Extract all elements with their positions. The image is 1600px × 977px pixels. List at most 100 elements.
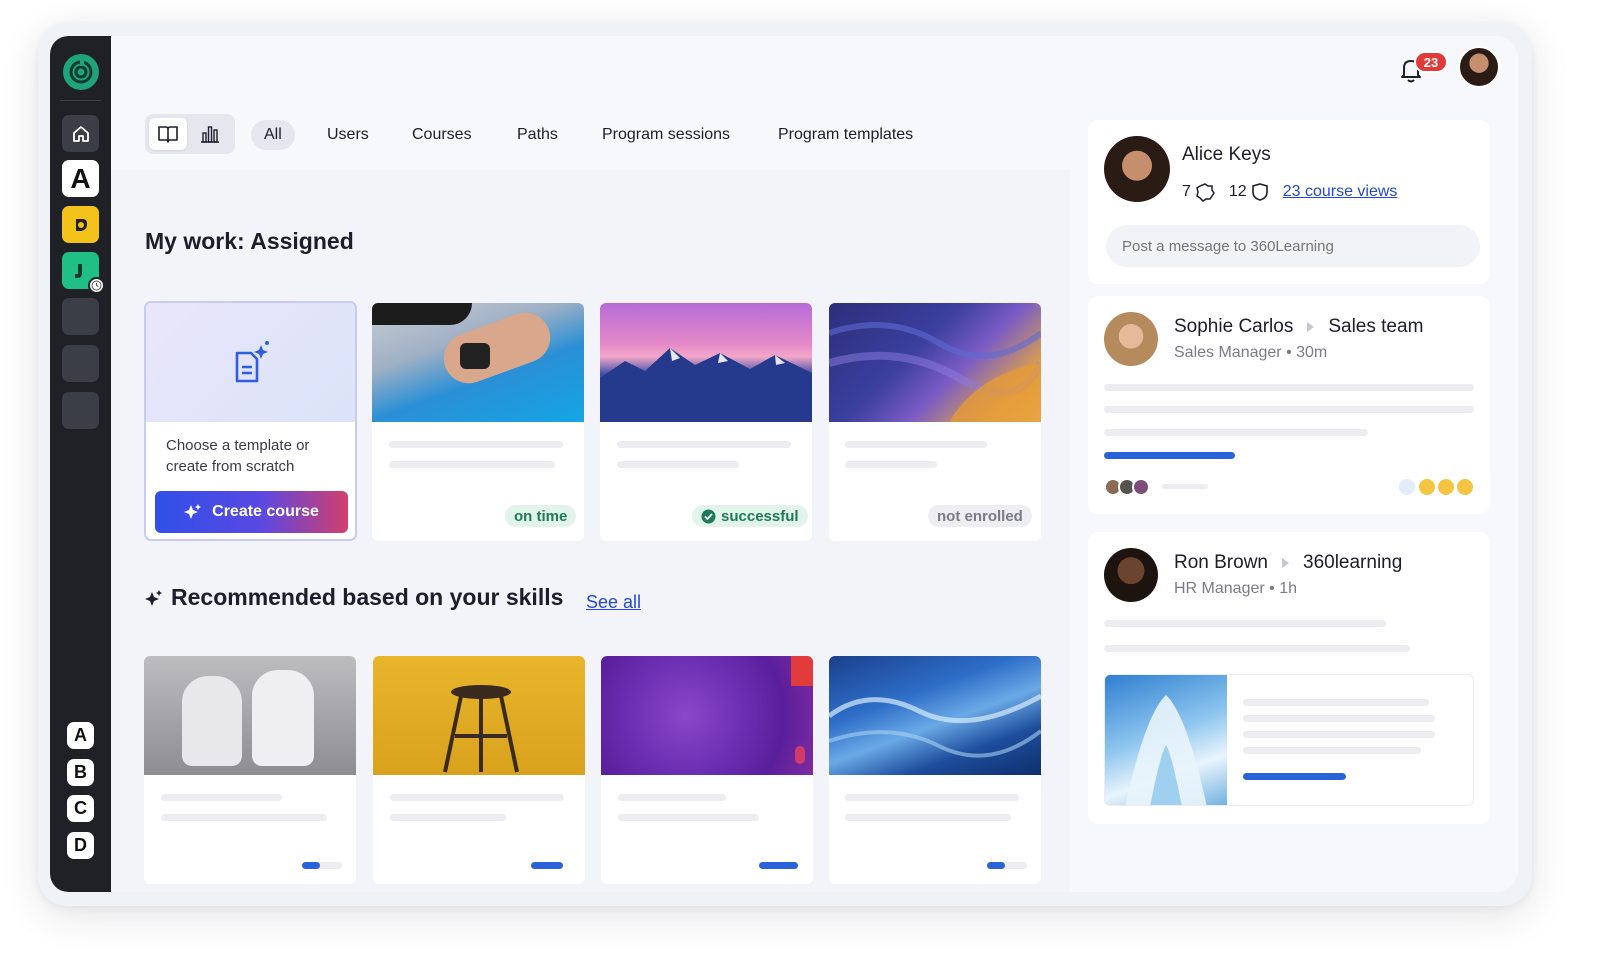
sidebar-item-home[interactable] (62, 115, 99, 152)
placeholder-line (1162, 484, 1208, 489)
recommended-course-card[interactable] (601, 656, 813, 884)
assigned-course-card[interactable]: successful (600, 303, 812, 541)
assigned-course-card[interactable]: on time (372, 303, 584, 541)
green-app-icon (74, 263, 82, 278)
placeholder-line (845, 441, 987, 448)
activity-panel: Alice Keys 7 12 23 course views Sophie C… (1070, 100, 1518, 892)
placeholder-line (161, 814, 327, 821)
book-icon (158, 126, 178, 143)
catalog-view-button[interactable] (149, 118, 187, 150)
sidebar-letter-a[interactable]: A (67, 722, 94, 749)
nerd-emoji-icon[interactable] (1418, 478, 1436, 496)
arrow-right-icon (1307, 321, 1315, 332)
progress-fill (759, 862, 798, 869)
progress-track (759, 862, 798, 869)
progress-fill (531, 862, 563, 869)
sidebar-letter-c[interactable]: C (67, 795, 94, 822)
status-badge: successful (692, 505, 808, 527)
sidebar-item-yellow-app[interactable] (62, 206, 99, 243)
course-thumbnail-purple-smoke (601, 656, 813, 775)
placeholder-line (845, 794, 1019, 801)
post-author-avatar[interactable] (1104, 312, 1158, 366)
profile-name: Alice Keys (1182, 144, 1271, 165)
user-avatar[interactable] (1458, 46, 1500, 88)
sparkle-icon (145, 589, 162, 606)
attachment-accent-line (1243, 773, 1346, 780)
logo-icon[interactable] (63, 54, 99, 90)
progress-fill (302, 862, 320, 869)
course-thumbnail-hands (144, 656, 356, 775)
check-circle-icon (701, 509, 716, 523)
create-course-card[interactable]: Choose a template or create from scratch… (144, 301, 357, 541)
see-all-link[interactable]: See all (586, 592, 641, 613)
sidebar-item-placeholder-1[interactable] (62, 298, 99, 335)
recommended-course-card[interactable] (829, 656, 1041, 884)
sidebar-item-placeholder-2[interactable] (62, 345, 99, 382)
tab-all[interactable]: All (251, 120, 295, 150)
sidebar-item-placeholder-3[interactable] (62, 392, 99, 429)
post-header: Ron Brown 360learning (1174, 552, 1403, 573)
bar-chart-icon (201, 126, 219, 143)
status-badge: on time (505, 505, 577, 527)
placeholder-line (1104, 429, 1368, 436)
placeholder-line (389, 461, 555, 468)
tab-program-templates[interactable]: Program templates (765, 120, 926, 150)
placeholder-line (845, 814, 1011, 821)
tab-paths[interactable]: Paths (504, 120, 571, 150)
shield-icon (1251, 183, 1268, 201)
recommended-course-card[interactable] (373, 656, 585, 884)
letter-a-app-icon: A (70, 162, 91, 194)
placeholder-line (1104, 384, 1474, 391)
thumbs-up-icon[interactable] (1398, 478, 1416, 496)
course-views-link[interactable]: 23 course views (1283, 183, 1398, 201)
progress-fill (987, 862, 1005, 869)
progress-track (987, 862, 1027, 869)
tab-courses[interactable]: Courses (399, 120, 485, 150)
new-document-icon (235, 340, 269, 382)
tab-users[interactable]: Users (314, 120, 382, 150)
post-message-input[interactable] (1106, 225, 1480, 267)
profile-stats: 7 12 23 course views (1182, 183, 1398, 202)
device-frame: A A B C D 23 All Users Courses Paths Pro… (38, 22, 1532, 906)
placeholder-line (161, 794, 282, 801)
post-author-role: Sales Manager • 30m (1174, 344, 1328, 361)
reactor-avatar (1132, 478, 1150, 496)
create-card-text: Choose a template or create from scratch (166, 437, 310, 475)
analytics-view-button[interactable] (191, 118, 229, 150)
assigned-course-card[interactable]: not enrolled (829, 303, 1041, 541)
placeholder-line (617, 461, 739, 468)
placeholder-line (1104, 645, 1410, 652)
course-thumbnail-ocean (829, 656, 1041, 775)
course-thumbnail-mountains (600, 303, 812, 422)
sidebar: A A B C D (50, 36, 111, 892)
recommended-title: Recommended based on your skills (145, 584, 563, 611)
feed-post: Ron Brown 360learning HR Manager • 1h (1088, 532, 1490, 824)
post-author-role: HR Manager • 1h (1174, 580, 1297, 597)
recommended-course-card[interactable] (144, 656, 356, 884)
placeholder-line (1243, 699, 1429, 706)
placeholder-line (1243, 731, 1435, 738)
post-author-avatar[interactable] (1104, 548, 1158, 602)
profile-avatar[interactable] (1104, 136, 1170, 202)
sidebar-item-letter-a-app[interactable]: A (62, 160, 99, 197)
sparkle-icon (184, 504, 202, 519)
placeholder-line (845, 461, 937, 468)
profile-card: Alice Keys 7 12 23 course views (1088, 120, 1490, 284)
placeholder-line (617, 441, 791, 448)
post-header: Sophie Carlos Sales team (1174, 316, 1424, 337)
placeholder-line (390, 814, 506, 821)
sad-emoji-icon[interactable] (1456, 478, 1474, 496)
sidebar-letter-b[interactable]: B (67, 759, 94, 786)
tabs-bar: All Users Courses Paths Program sessions… (111, 100, 1070, 170)
create-course-button[interactable]: Create course (155, 491, 348, 533)
status-badge: not enrolled (928, 505, 1032, 527)
home-icon (72, 125, 89, 142)
surprised-emoji-icon[interactable] (1437, 478, 1455, 496)
sidebar-letter-d[interactable]: D (67, 832, 94, 859)
post-attachment[interactable] (1104, 674, 1474, 806)
sidebar-item-green-app[interactable] (62, 252, 105, 294)
tab-program-sessions[interactable]: Program sessions (589, 120, 743, 150)
yellow-app-icon (75, 218, 87, 231)
placeholder-line (1243, 715, 1435, 722)
placeholder-line (1104, 620, 1386, 627)
